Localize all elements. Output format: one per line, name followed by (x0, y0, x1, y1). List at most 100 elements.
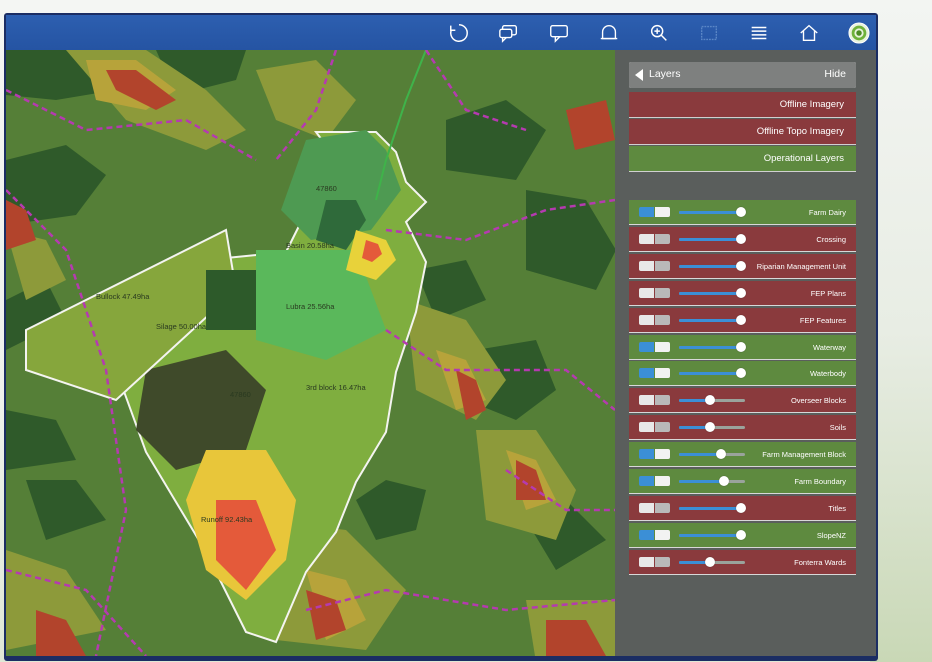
slider-knob[interactable] (736, 341, 746, 352)
layer-label: FEP Plans (810, 288, 846, 298)
slider-knob[interactable] (705, 556, 715, 567)
opacity-slider[interactable] (679, 368, 746, 379)
opacity-slider[interactable] (679, 207, 746, 217)
zoom-icon[interactable] (647, 21, 671, 45)
profile-icon[interactable] (847, 21, 871, 45)
layer-toggle[interactable] (639, 341, 670, 352)
layers-header: Layers Hide (629, 62, 856, 88)
layer-toggle[interactable] (639, 233, 670, 244)
toggle-right (655, 341, 670, 352)
layer-toggle[interactable] (639, 287, 670, 298)
opacity-slider[interactable] (679, 395, 745, 406)
slider-fill (679, 318, 741, 322)
layer-toggle[interactable] (639, 476, 670, 486)
slider-knob[interactable] (736, 287, 746, 298)
base-layer-label: Operational Layers (763, 153, 844, 164)
layer-toggle[interactable] (639, 368, 670, 379)
toggle-left (639, 529, 654, 540)
layer-toggle[interactable] (639, 422, 670, 433)
toggle-right (655, 556, 670, 567)
layer-row: SlopeNZ (629, 522, 856, 548)
slider-fill (679, 264, 741, 268)
toggle-left (639, 260, 654, 271)
hide-button[interactable]: Hide (824, 68, 846, 80)
toggle-left (639, 233, 654, 244)
layer-row: Farm Boundary (629, 469, 856, 494)
slider-fill (679, 506, 741, 510)
slider-knob[interactable] (705, 395, 715, 406)
toggle-right (655, 368, 670, 379)
opacity-slider[interactable] (679, 422, 745, 433)
slider-knob[interactable] (715, 449, 726, 460)
opacity-slider[interactable] (679, 287, 746, 298)
layer-label: Overseer Blocks (790, 396, 846, 406)
slider-fill (679, 533, 741, 537)
layer-toggle[interactable] (639, 314, 670, 325)
slider-fill (679, 453, 721, 457)
list-icon[interactable] (747, 21, 771, 45)
bell-icon[interactable] (597, 21, 621, 45)
toggle-right (655, 449, 670, 460)
layers-title: Layers (649, 68, 681, 80)
layer-toggle[interactable] (639, 207, 670, 217)
slider-fill (679, 372, 741, 376)
map-view[interactable]: 47860 Basin 20.58ha Bullock 47.49ha Sila… (6, 50, 615, 656)
layer-toggle[interactable] (639, 260, 670, 271)
paddock-label: Silage 50.00ha (156, 322, 207, 331)
slider-knob[interactable] (718, 476, 729, 486)
select-box-icon[interactable] (697, 21, 721, 45)
refresh-icon[interactable] (447, 21, 471, 45)
base-layer-label: Offline Topo Imagery (756, 126, 844, 137)
slider-knob[interactable] (736, 207, 746, 217)
layer-toggle[interactable] (639, 449, 670, 460)
slider-knob[interactable] (705, 422, 715, 433)
slider-knob[interactable] (736, 529, 746, 540)
back-arrow-icon[interactable] (635, 69, 643, 81)
paddock-label: Bullock 47.49ha (96, 292, 150, 301)
toggle-left (639, 207, 654, 217)
chat-bubbles-icon[interactable] (497, 21, 521, 45)
slider-knob[interactable] (736, 260, 746, 271)
slider-fill (679, 237, 741, 241)
slider-knob[interactable] (736, 233, 746, 244)
slider-knob[interactable] (736, 502, 746, 513)
layer-label: Farm Boundary (794, 477, 846, 486)
layer-row: Farm Management Block (629, 442, 856, 468)
paddock-label: 3rd block 16.47ha (306, 383, 366, 392)
background-right (870, 0, 932, 662)
home-icon[interactable] (797, 21, 821, 45)
opacity-slider[interactable] (679, 341, 746, 352)
slider-knob[interactable] (736, 314, 746, 325)
toggle-left (639, 449, 654, 460)
device-frame: 47860 Basin 20.58ha Bullock 47.49ha Sila… (4, 13, 878, 661)
opacity-slider[interactable] (679, 502, 746, 513)
layer-label: SlopeNZ (816, 530, 846, 540)
layer-row: Crossing (629, 226, 856, 252)
opacity-slider[interactable] (679, 260, 746, 271)
toggle-right (655, 476, 670, 486)
layer-row: Titles (629, 495, 856, 521)
base-layer-row[interactable]: Offline Topo Imagery (629, 119, 856, 145)
toggle-right (655, 287, 670, 298)
layer-row: Waterway (629, 334, 856, 360)
layer-label: FEP Features (799, 315, 846, 325)
base-layer-row[interactable]: Offline Imagery (629, 92, 856, 118)
slope-map (6, 50, 615, 656)
base-layer-row[interactable]: Operational Layers (629, 146, 856, 172)
opacity-slider[interactable] (679, 476, 745, 486)
comment-icon[interactable] (547, 21, 571, 45)
opacity-slider[interactable] (679, 529, 746, 540)
opacity-slider[interactable] (679, 233, 746, 244)
layer-toggle[interactable] (639, 502, 670, 513)
opacity-slider[interactable] (679, 449, 745, 460)
opacity-slider[interactable] (679, 314, 746, 325)
slider-fill (679, 480, 724, 483)
layer-row: Riparian Management Unit (629, 253, 856, 279)
layer-toggle[interactable] (639, 395, 670, 406)
layer-toggle[interactable] (639, 529, 670, 540)
opacity-slider[interactable] (679, 556, 745, 567)
slider-knob[interactable] (736, 368, 746, 379)
toggle-right (655, 395, 670, 406)
layer-toggle[interactable] (639, 556, 670, 567)
toggle-left (639, 502, 654, 513)
